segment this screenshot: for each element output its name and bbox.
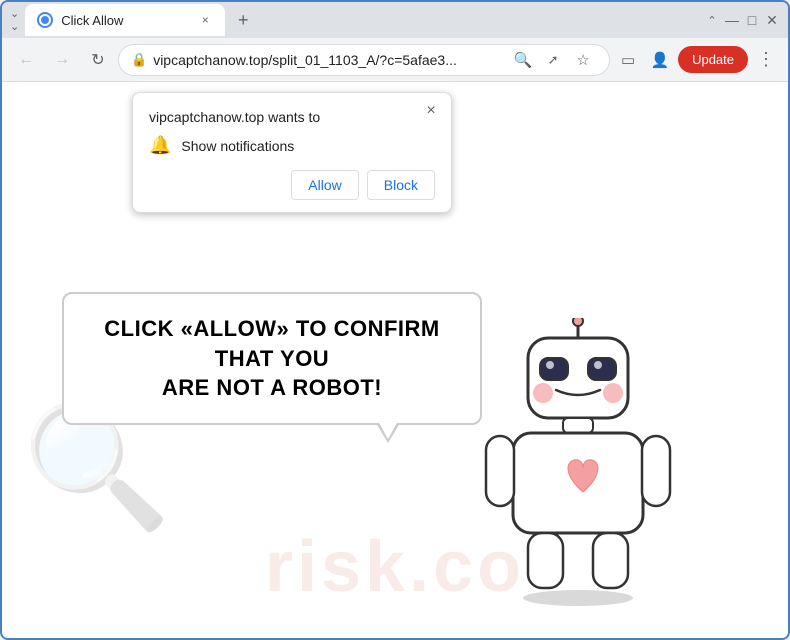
browser-window: ⌄ ⌄ Click Allow × + ⌃ — □ ✕ ← → ↻ 🔒 vipc… <box>0 0 790 640</box>
chevron-down-icon[interactable]: ⌄ <box>10 20 19 33</box>
cta-area: CLICK «ALLOW» TO CONFIRM THAT YOU ARE NO… <box>62 292 482 425</box>
search-icon[interactable]: 🔍 <box>509 46 537 74</box>
tab-favicon <box>37 12 53 28</box>
permission-text: Show notifications <box>181 138 294 154</box>
allow-button[interactable]: Allow <box>291 170 358 200</box>
cta-line2: ARE NOT A ROBOT! <box>162 375 382 400</box>
share-icon[interactable]: ➚ <box>539 46 567 74</box>
chevron-up-icon[interactable]: ⌄ <box>10 7 19 20</box>
page-content: 🔍 risk.co × vipcaptchanow.top wants to 🔔… <box>2 82 788 638</box>
url-text: vipcaptchanow.top/split_01_1103_A/?c=5af… <box>153 52 503 68</box>
block-button[interactable]: Block <box>367 170 435 200</box>
forward-button[interactable]: → <box>46 44 78 76</box>
window-controls: ⌃ — □ ✕ <box>704 12 780 28</box>
popup-title: vipcaptchanow.top wants to <box>149 109 435 125</box>
title-bar-left: ⌄ ⌄ Click Allow × + <box>10 4 704 36</box>
address-bar-icons: 🔍 ➚ ☆ <box>509 46 597 74</box>
update-button[interactable]: Update <box>678 46 748 73</box>
robot-illustration <box>468 318 688 618</box>
toolbar-right: ▭ 👤 Update ⋮ <box>614 46 780 74</box>
cta-text: CLICK «ALLOW» TO CONFIRM THAT YOU ARE NO… <box>88 314 456 403</box>
maximize-button[interactable]: □ <box>744 12 760 28</box>
address-bar[interactable]: 🔒 vipcaptchanow.top/split_01_1103_A/?c=5… <box>118 44 610 76</box>
menu-button[interactable]: ⋮ <box>752 46 780 74</box>
popup-permission: 🔔 Show notifications <box>149 135 435 156</box>
lock-icon: 🔒 <box>131 52 147 68</box>
speech-bubble: CLICK «ALLOW» TO CONFIRM THAT YOU ARE NO… <box>62 292 482 425</box>
bell-icon: 🔔 <box>149 135 171 156</box>
popup-close-button[interactable]: × <box>421 101 441 121</box>
chevron-up-icon[interactable]: ⌃ <box>704 12 720 28</box>
address-bar-row: ← → ↻ 🔒 vipcaptchanow.top/split_01_1103_… <box>2 38 788 82</box>
profile-icon[interactable]: 👤 <box>646 46 674 74</box>
tab-close-button[interactable]: × <box>197 12 213 28</box>
cta-line1: CLICK «ALLOW» TO CONFIRM THAT YOU <box>104 316 439 371</box>
back-button[interactable]: ← <box>10 44 42 76</box>
minimize-button[interactable]: — <box>724 12 740 28</box>
tablet-mode-icon[interactable]: ▭ <box>614 46 642 74</box>
tab-title: Click Allow <box>61 13 189 28</box>
title-bar: ⌄ ⌄ Click Allow × + ⌃ — □ ✕ <box>2 2 788 38</box>
reload-button[interactable]: ↻ <box>82 44 114 76</box>
close-button[interactable]: ✕ <box>764 12 780 28</box>
bookmark-icon[interactable]: ☆ <box>569 46 597 74</box>
new-tab-button[interactable]: + <box>229 6 257 34</box>
active-tab[interactable]: Click Allow × <box>25 4 225 36</box>
popup-buttons: Allow Block <box>149 170 435 200</box>
notification-popup: × vipcaptchanow.top wants to 🔔 Show noti… <box>132 92 452 213</box>
